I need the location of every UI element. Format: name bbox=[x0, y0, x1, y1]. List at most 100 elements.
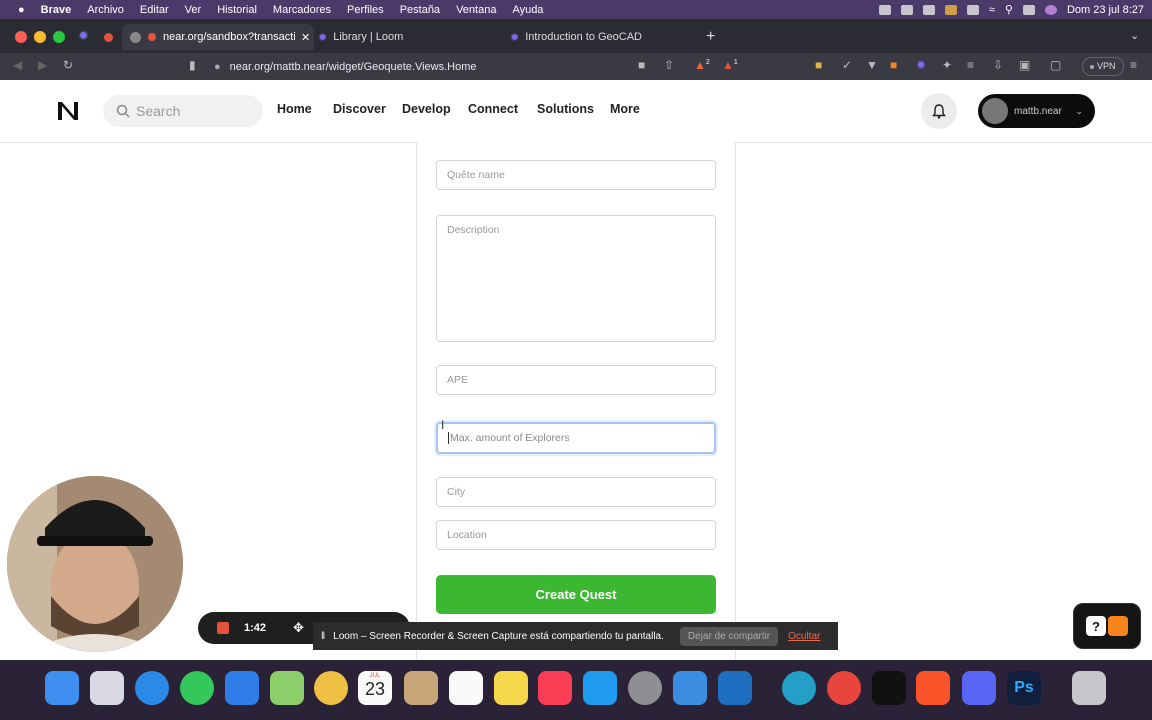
nav-solutions[interactable]: Solutions bbox=[537, 102, 594, 116]
hide-banner-link[interactable]: Ocultar bbox=[788, 631, 820, 642]
app-store-icon[interactable] bbox=[583, 671, 617, 705]
search-input[interactable]: Search bbox=[103, 95, 263, 127]
stop-sharing-button[interactable]: Dejar de compartir bbox=[679, 626, 779, 646]
metamask-icon[interactable]: ■ bbox=[890, 58, 897, 72]
max-explorers-field[interactable]: Max. amount of Explorers bbox=[436, 422, 716, 454]
battery-icon[interactable] bbox=[966, 4, 979, 15]
drag-handle-icon[interactable]: ✥ bbox=[293, 620, 304, 636]
chrome-icon[interactable] bbox=[827, 671, 861, 705]
contacts-icon[interactable] bbox=[404, 671, 438, 705]
tab-list-chevron-icon[interactable]: ⌄ bbox=[1130, 29, 1139, 42]
terminal-icon[interactable] bbox=[872, 671, 906, 705]
status-icon[interactable] bbox=[922, 4, 935, 15]
extension-icon[interactable]: ■ bbox=[815, 58, 822, 72]
nav-develop[interactable]: Develop bbox=[402, 102, 451, 116]
reminders-icon[interactable] bbox=[449, 671, 483, 705]
share-icon[interactable]: ⇧ bbox=[664, 58, 674, 72]
close-tab-icon[interactable]: ✕ bbox=[301, 31, 310, 44]
menu-historial[interactable]: Historial bbox=[209, 4, 265, 16]
location-field[interactable]: Location bbox=[436, 520, 716, 550]
menu-pestana[interactable]: Pestaña bbox=[392, 4, 448, 16]
download-icon[interactable]: ⇩ bbox=[993, 58, 1003, 72]
discord-icon[interactable] bbox=[962, 671, 996, 705]
wallet-icon[interactable]: ▢ bbox=[1050, 58, 1061, 72]
minimize-window-button[interactable] bbox=[34, 31, 46, 43]
playlist-icon[interactable]: ≡ bbox=[967, 58, 974, 72]
description-field[interactable]: Description bbox=[436, 215, 716, 342]
finder-icon[interactable] bbox=[45, 671, 79, 705]
menu-archivo[interactable]: Archivo bbox=[79, 4, 132, 16]
brave-shields-icon[interactable]: ▲2 bbox=[694, 58, 710, 72]
siri-icon[interactable] bbox=[1044, 4, 1057, 15]
menu-icon[interactable]: ≡ bbox=[1130, 58, 1137, 72]
safari-icon[interactable] bbox=[135, 671, 169, 705]
loom-icon[interactable]: ✹ bbox=[78, 28, 89, 44]
menu-ayuda[interactable]: Ayuda bbox=[504, 4, 551, 16]
extension-icon[interactable]: ▼ bbox=[866, 58, 878, 72]
menu-editar[interactable]: Editar bbox=[132, 4, 177, 16]
recording-icon[interactable] bbox=[104, 33, 113, 42]
wifi-icon[interactable]: ≈ bbox=[989, 4, 995, 16]
tab-geocad[interactable]: ✹ Introduction to GeoCAD bbox=[506, 24, 696, 50]
nav-connect[interactable]: Connect bbox=[468, 102, 518, 116]
back-icon[interactable]: ◀ bbox=[13, 58, 22, 72]
menu-marcadores[interactable]: Marcadores bbox=[265, 4, 339, 16]
status-icon[interactable] bbox=[900, 4, 913, 15]
vpn-button[interactable]: VPN bbox=[1082, 57, 1124, 76]
reload-icon[interactable]: ↻ bbox=[63, 58, 73, 72]
messages-icon[interactable] bbox=[180, 671, 214, 705]
mail-icon[interactable] bbox=[225, 671, 259, 705]
nav-home[interactable]: Home bbox=[277, 102, 312, 116]
notes-icon[interactable] bbox=[494, 671, 528, 705]
profile-menu-button[interactable]: mattb.near ⌄ bbox=[978, 94, 1095, 128]
flag-icon[interactable] bbox=[944, 4, 957, 15]
new-tab-button[interactable]: + bbox=[706, 28, 715, 46]
calendar-icon[interactable]: JUL 23 bbox=[358, 671, 392, 705]
tab-near-sandbox[interactable]: near.org/sandbox?transactio ✕ bbox=[122, 24, 314, 50]
clock[interactable]: Dom 23 jul 8:27 bbox=[1067, 4, 1144, 16]
nav-more[interactable]: More bbox=[610, 102, 640, 116]
ape-field[interactable]: APE bbox=[436, 365, 716, 395]
trash-icon[interactable] bbox=[1072, 671, 1106, 705]
stop-recording-button[interactable] bbox=[217, 622, 229, 634]
extension-icon[interactable]: ✓ bbox=[842, 58, 852, 72]
close-window-button[interactable] bbox=[15, 31, 27, 43]
pause-icon[interactable]: ‖ bbox=[321, 631, 325, 642]
address-bar[interactable]: ● near.org/mattb.near/widget/Geoquete.Vi… bbox=[214, 56, 684, 77]
music-icon[interactable] bbox=[538, 671, 572, 705]
tab-loom-library[interactable]: ✹ Library | Loom bbox=[314, 24, 504, 50]
notifications-button[interactable] bbox=[921, 93, 957, 129]
spotlight-icon[interactable]: ⚲ bbox=[1005, 3, 1013, 16]
photoshop-icon[interactable]: Ps bbox=[1007, 671, 1041, 705]
menu-ver[interactable]: Ver bbox=[177, 4, 210, 16]
photos-icon[interactable] bbox=[314, 671, 348, 705]
sidebar-icon[interactable]: ▣ bbox=[1019, 58, 1030, 72]
nav-discover[interactable]: Discover bbox=[333, 102, 386, 116]
system-settings-icon[interactable] bbox=[628, 671, 662, 705]
quest-name-field[interactable]: Quête name bbox=[436, 160, 716, 190]
maps-icon[interactable] bbox=[270, 671, 304, 705]
edge-icon[interactable] bbox=[782, 671, 816, 705]
create-quest-button[interactable]: Create Quest bbox=[436, 575, 716, 614]
zoom-window-button[interactable] bbox=[53, 31, 65, 43]
camera-icon[interactable]: ■ bbox=[638, 58, 645, 72]
apple-menu-icon[interactable]: ● bbox=[0, 4, 33, 16]
brave-rewards-icon[interactable]: ▲1 bbox=[722, 58, 738, 72]
menu-perfiles[interactable]: Perfiles bbox=[339, 4, 392, 16]
city-field[interactable]: City bbox=[436, 477, 716, 507]
near-logo[interactable] bbox=[56, 100, 80, 122]
bookmark-icon[interactable]: ▮ bbox=[189, 58, 196, 72]
help-widget-button[interactable]: ? bbox=[1073, 603, 1141, 649]
menu-ventana[interactable]: Ventana bbox=[448, 4, 504, 16]
puzzle-icon[interactable]: ✦ bbox=[942, 58, 952, 72]
menu-brave[interactable]: Brave bbox=[33, 4, 80, 16]
xcode-icon[interactable] bbox=[673, 671, 707, 705]
launchpad-icon[interactable] bbox=[90, 671, 124, 705]
vscode-icon[interactable] bbox=[718, 671, 752, 705]
brave-icon[interactable] bbox=[916, 671, 950, 705]
forward-icon[interactable]: ▶ bbox=[38, 58, 47, 72]
control-center-icon[interactable] bbox=[1022, 4, 1035, 15]
status-icon[interactable] bbox=[878, 4, 891, 15]
extension-icon[interactable]: ✹ bbox=[916, 58, 926, 72]
loom-webcam-bubble[interactable] bbox=[7, 476, 183, 652]
